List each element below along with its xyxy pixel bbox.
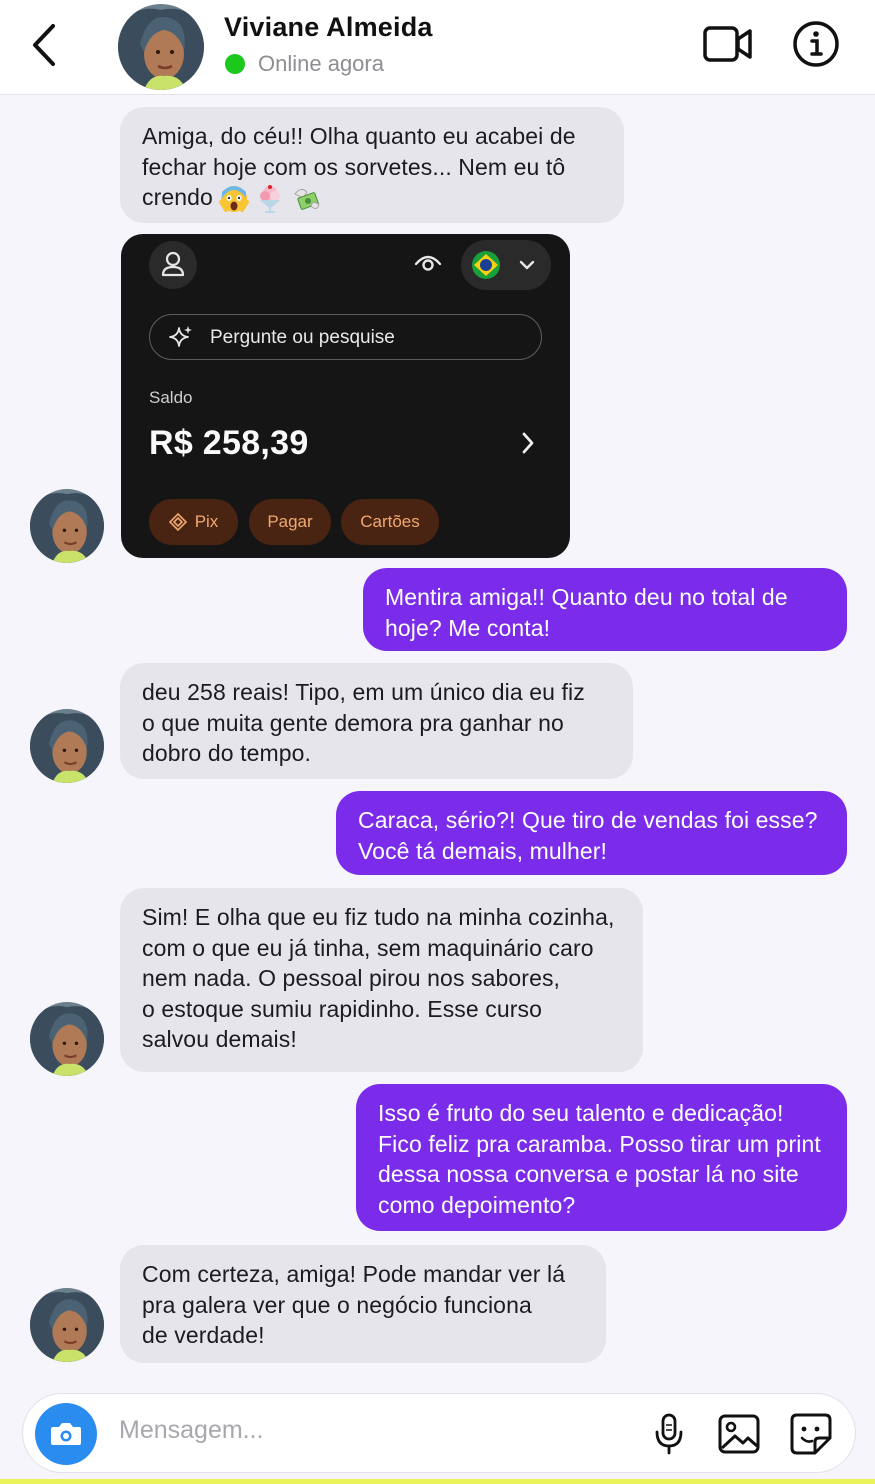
eye-icon — [413, 250, 443, 276]
info-icon — [793, 21, 839, 67]
message-line: deu 258 reais! Tipo, em um único dia eu … — [142, 679, 585, 705]
message-line: Você tá demais, mulher! — [358, 837, 608, 864]
chevron-right-icon — [519, 430, 537, 456]
scream-emoji — [218, 184, 249, 214]
message-line: salvou demais! — [142, 1026, 297, 1052]
message-line: Amiga, do céu!! Olha quanto eu acabei de — [142, 123, 576, 149]
microphone-icon — [655, 1413, 683, 1455]
user-icon — [161, 251, 185, 277]
contact-avatar-small[interactable] — [30, 1288, 104, 1362]
brazil-flag-icon — [472, 251, 500, 279]
bank-search-placeholder: Pergunte ou pesquise — [210, 327, 395, 348]
message-line: Com certeza, amiga! Pode mandar ver lá — [142, 1261, 566, 1287]
bank-screenshot-image[interactable]: Pergunte ou pesquise Saldo R$ 258,39 Pix… — [121, 234, 570, 558]
pagar-label: Pagar — [267, 512, 313, 531]
contact-name: Viviane Almeida — [224, 12, 433, 42]
outgoing-message-bubble[interactable]: Isso é fruto do seu talento e dedicação!… — [356, 1084, 847, 1231]
bank-search-field: Pergunte ou pesquise — [149, 314, 542, 360]
info-button[interactable] — [792, 20, 840, 68]
message-line: de verdade! — [142, 1322, 265, 1348]
contact-avatar-small[interactable] — [30, 1002, 104, 1076]
message-line: Fico feliz pra caramba. Posso tirar um p… — [378, 1130, 821, 1157]
money-with-wings-emoji — [291, 184, 321, 214]
incoming-message-bubble[interactable]: Com certeza, amiga! Pode mandar ver lá p… — [120, 1245, 606, 1363]
sticker-button[interactable] — [789, 1412, 833, 1456]
video-camera-icon — [703, 26, 752, 62]
gallery-button[interactable] — [717, 1412, 761, 1456]
country-selector — [461, 240, 551, 290]
message-line: hoje? Me conta! — [385, 614, 551, 641]
ice-cream-emoji — [255, 184, 285, 214]
video-call-button[interactable] — [702, 22, 754, 66]
sparkle-icon — [169, 326, 192, 347]
image-icon — [718, 1414, 760, 1454]
message-input[interactable]: Mensagem... — [119, 1416, 264, 1445]
message-line: nem nada. O pessoal pirou nos sabores, — [142, 965, 561, 991]
outgoing-message-bubble[interactable]: Caraca, sério?! Que tiro de vendas foi e… — [336, 791, 847, 875]
message-composer: Mensagem... — [22, 1393, 856, 1473]
camera-button[interactable] — [35, 1403, 97, 1465]
contact-avatar-small[interactable] — [30, 709, 104, 783]
message-line: Caraca, sério?! Que tiro de vendas foi e… — [358, 807, 818, 833]
camera-icon — [51, 1423, 81, 1445]
message-line: crendo — [142, 184, 213, 210]
message-line: o estoque sumiu rapidinho. Esse curso — [142, 995, 543, 1022]
online-status-text: Online agora — [258, 51, 384, 76]
message-line: dobro do tempo. — [142, 740, 312, 766]
saldo-value: R$ 258,39 — [149, 424, 309, 462]
message-line: pra galera ver que o negócio funciona — [142, 1291, 532, 1318]
incoming-message-bubble[interactable]: deu 258 reais! Tipo, em um único dia eu … — [120, 663, 633, 779]
message-line: Sim! E olha que eu fiz tudo na minha coz… — [142, 904, 615, 930]
sticker-icon — [790, 1413, 832, 1455]
message-line: dessa nossa conversa e postar lá no site — [378, 1161, 799, 1187]
chevron-left-icon — [33, 24, 55, 66]
outgoing-message-bubble[interactable]: Mentira amiga!! Quanto deu no total de h… — [363, 568, 847, 651]
pix-label: Pix — [194, 512, 219, 531]
microphone-button[interactable] — [651, 1412, 687, 1456]
pagar-button: Pagar — [249, 499, 331, 545]
bank-profile-button — [149, 241, 197, 289]
incoming-message-bubble[interactable]: Amiga, do céu!! Olha quanto eu acabei de… — [120, 107, 624, 223]
message-line: fechar hoje com os sorvetes... Nem eu tô — [142, 153, 566, 180]
cartoes-button: Cartões — [341, 499, 439, 545]
cartoes-label: Cartões — [360, 512, 420, 531]
back-button[interactable] — [26, 20, 66, 70]
chat-header: Viviane Almeida Online agora — [0, 0, 875, 95]
message-line: como depoimento? — [378, 1191, 576, 1218]
online-status-dot — [225, 54, 245, 74]
message-line: Isso é fruto do seu talento e dedicação! — [378, 1100, 784, 1126]
message-line: com o que eu já tinha, sem maquinário ca… — [142, 934, 594, 961]
chevron-down-icon — [519, 260, 535, 270]
pix-button: Pix — [149, 499, 238, 545]
contact-avatar-small[interactable] — [30, 489, 104, 563]
contact-avatar[interactable] — [118, 4, 204, 90]
saldo-label: Saldo — [149, 388, 193, 407]
bottom-edge-strip — [0, 1479, 875, 1484]
pix-icon — [168, 513, 187, 531]
message-line: Mentira amiga!! Quanto deu no total de — [385, 584, 788, 610]
incoming-message-bubble[interactable]: Sim! E olha que eu fiz tudo na minha coz… — [120, 888, 643, 1072]
message-line: o que muita gente demora pra ganhar no — [142, 709, 564, 736]
